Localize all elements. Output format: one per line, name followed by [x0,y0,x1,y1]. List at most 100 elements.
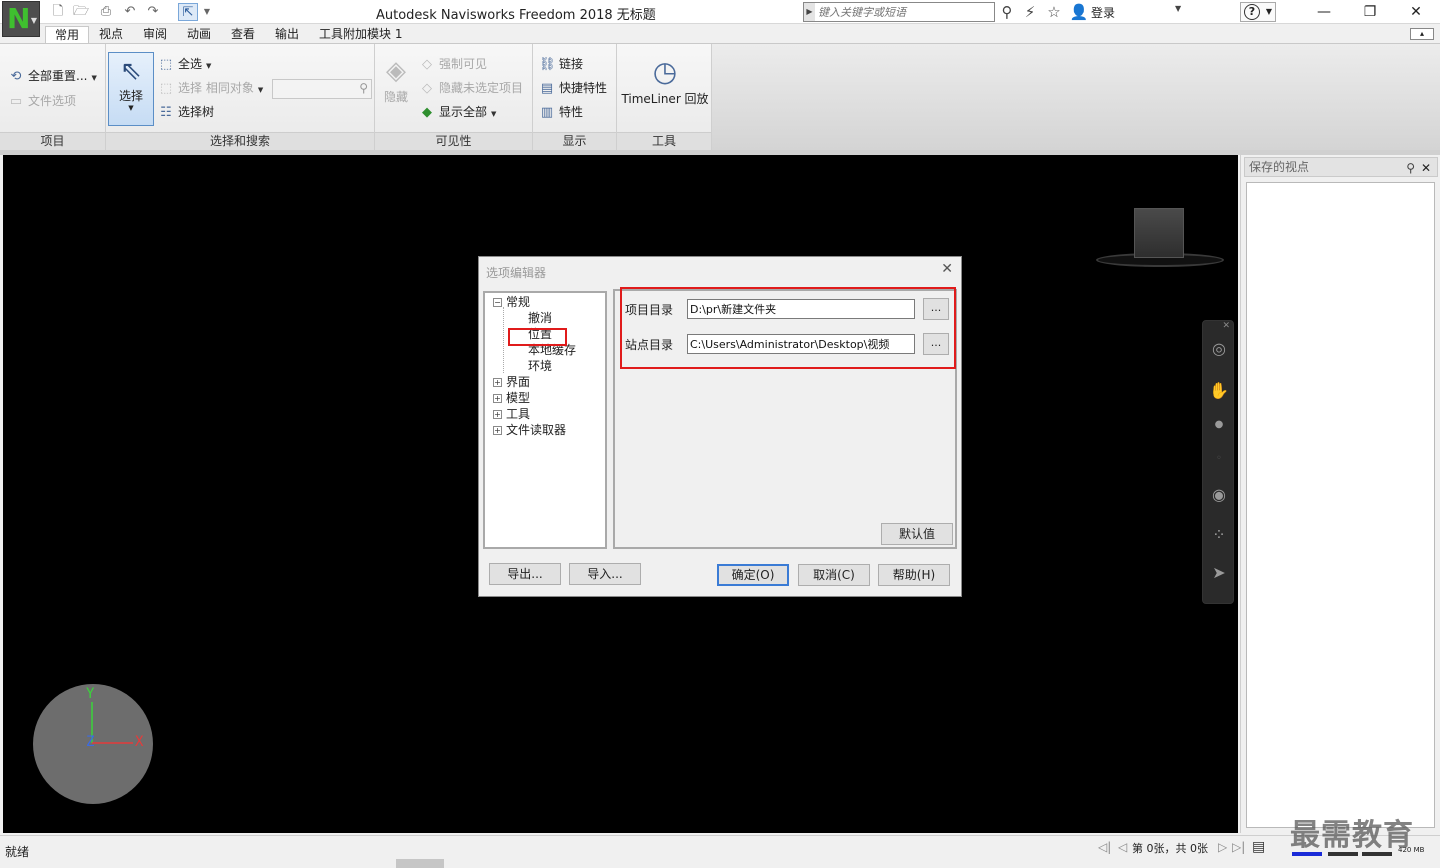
collapse-icon[interactable]: − [493,298,502,307]
panel-label-select-search: 选择和搜索 [106,132,374,150]
export-button[interactable]: 导出... [489,563,561,585]
expand-arrow-icon[interactable]: ▶ [804,3,815,21]
panel-label-tools: 工具 [617,132,711,150]
close-icon[interactable]: ✕ [1222,321,1230,331]
selection-tree-button[interactable]: ☷ 选择树 [158,102,214,122]
ok-button[interactable]: 确定(O) [717,564,789,586]
cursor-arrow-icon: ⇖ [120,56,142,86]
zoom-icon[interactable]: ● [1207,413,1231,437]
favorites-star-icon[interactable]: ☆ [1044,3,1064,21]
print-icon[interactable]: ⎙ [96,3,116,21]
viewcube[interactable] [1134,208,1184,258]
last-sheet-icon[interactable]: ▷| [1232,840,1245,854]
close-icon[interactable]: ✕ [1421,159,1431,177]
restore-button[interactable]: ❐ [1347,0,1393,24]
saved-viewpoints-list[interactable] [1246,182,1435,828]
steering-wheel-icon[interactable]: ◎ [1207,337,1231,361]
ribbon-minimize-button[interactable]: ▴ [1410,28,1434,40]
look-eye-icon[interactable]: ◉ [1207,483,1231,507]
expand-icon[interactable]: + [493,394,502,403]
expand-icon[interactable]: + [493,426,502,435]
login-dropdown-icon[interactable]: ▼ [1175,4,1181,13]
select-cursor-icon[interactable]: ⇱ [178,3,198,21]
file-options-button[interactable]: ▭ 文件选项 [8,91,76,111]
minimize-button[interactable]: — [1301,0,1347,24]
next-sheet-icon[interactable]: ▷ [1218,840,1227,854]
import-button[interactable]: 导入... [569,563,641,585]
properties-button[interactable]: ▥ 特性 [539,102,583,122]
expand-icon[interactable]: + [493,410,502,419]
defaults-button[interactable]: 默认值 [881,523,953,545]
cancel-button[interactable]: 取消(C) [798,564,870,586]
help-button[interactable]: ? ▼ [1240,2,1276,22]
walk-footprints-icon[interactable]: ⁘ [1207,523,1231,547]
login-label[interactable]: 登录 [1091,4,1115,21]
select-all-button[interactable]: ⬚ 全选 ▼ [158,54,212,74]
hide-unselected-button[interactable]: ◇ 隐藏未选定项目 [419,78,523,98]
tab-review[interactable]: 审阅 [134,26,176,44]
select-pointer-icon[interactable]: ➤ [1207,561,1231,585]
quick-properties-button[interactable]: ▤ 快捷特性 [539,78,607,98]
tab-animation[interactable]: 动画 [178,26,220,44]
quick-find-input[interactable]: ⚲ [272,79,372,99]
status-text: 就绪 [5,845,30,859]
prev-sheet-icon[interactable]: ◁ [1118,840,1127,854]
user-icon[interactable]: 👤 [1069,3,1089,21]
tree-node-label: 界面 [506,375,531,389]
chevron-down-icon: ▼ [491,110,497,118]
select-button[interactable]: ⇖ 选择 ▼ [108,52,154,126]
site-dir-input[interactable] [687,334,915,354]
orbit-icon[interactable]: ◦ [1207,447,1231,471]
tab-home[interactable]: 常用 [45,26,90,44]
tab-view[interactable]: 查看 [222,26,264,44]
tree-node-general[interactable]: − 常规 [493,294,530,310]
chevron-down-icon: ▼ [206,62,212,70]
pin-icon[interactable]: ⚲ [1406,159,1415,177]
new-file-icon[interactable]: 🗋 [48,3,68,21]
select-same-button[interactable]: ⬚ 选择 相同对象 ▼ [158,78,263,98]
tab-viewpoint[interactable]: 视点 [90,26,132,44]
tree-node-undo[interactable]: 撤消 [528,310,552,326]
undo-icon[interactable]: ↶ [120,3,140,21]
close-icon[interactable]: ✕ [941,261,953,277]
reset-all-button[interactable]: ⟲ 全部重置... ▼ [8,66,97,86]
close-button[interactable]: ✕ [1393,0,1439,24]
tree-node-interface[interactable]: + 界面 [493,374,530,390]
quick-access-dropdown-icon[interactable]: ▼ [200,3,214,21]
open-folder-icon[interactable]: 🗁 [71,3,91,21]
search-input[interactable] [818,4,988,20]
application-menu-button[interactable]: N ▼ [2,1,40,37]
horizontal-scroll-thumb[interactable] [396,859,444,868]
hide-button[interactable]: ◈ 隐藏 [379,54,413,110]
project-dir-input[interactable] [687,299,915,319]
tree-node-label: 工具 [506,407,531,421]
pan-hand-icon[interactable]: ✋ [1207,379,1231,403]
redo-icon[interactable]: ↷ [143,3,163,21]
project-dir-browse-button[interactable]: ... [923,298,949,320]
timeliner-playback-button[interactable]: ◷ TimeLiner 回放 [620,54,710,110]
binoculars-icon[interactable]: ⚲ [997,3,1017,21]
tab-output[interactable]: 输出 [266,26,308,44]
first-sheet-icon[interactable]: ◁| [1098,840,1111,854]
tree-icon: ☷ [160,104,172,120]
panel-display: ⛓ 链接 ▤ 快捷特性 ▥ 特性 显示 [533,44,617,150]
communication-center-icon[interactable]: ⚡ [1020,3,1040,21]
tree-node-model[interactable]: + 模型 [493,390,530,406]
sheet-browser-icon[interactable]: ▤ [1252,839,1265,855]
tree-node-tools[interactable]: + 工具 [493,406,530,422]
properties-label: 特性 [559,105,584,119]
select-same-icon: ⬚ [159,80,173,96]
timeliner-label: TimeLiner 回放 [621,92,709,106]
info-center-search[interactable]: ▶ [803,2,995,22]
expand-icon[interactable]: + [493,378,502,387]
links-button[interactable]: ⛓ 链接 [539,54,583,74]
unhide-all-button[interactable]: ◆ 显示全部 ▼ [419,102,496,122]
require-button[interactable]: ◇ 强制可见 [419,54,487,74]
site-dir-browse-button[interactable]: ... [923,333,949,355]
dialog-title: 选项编辑器 [486,266,547,280]
help-button-dialog[interactable]: 帮助(H) [878,564,950,586]
panel-label-display: 显示 [533,132,616,150]
tree-node-file-readers[interactable]: + 文件读取器 [493,422,566,438]
tree-node-environment[interactable]: 环境 [528,358,552,374]
tab-tool-addins[interactable]: 工具附加模块 1 [310,26,411,44]
